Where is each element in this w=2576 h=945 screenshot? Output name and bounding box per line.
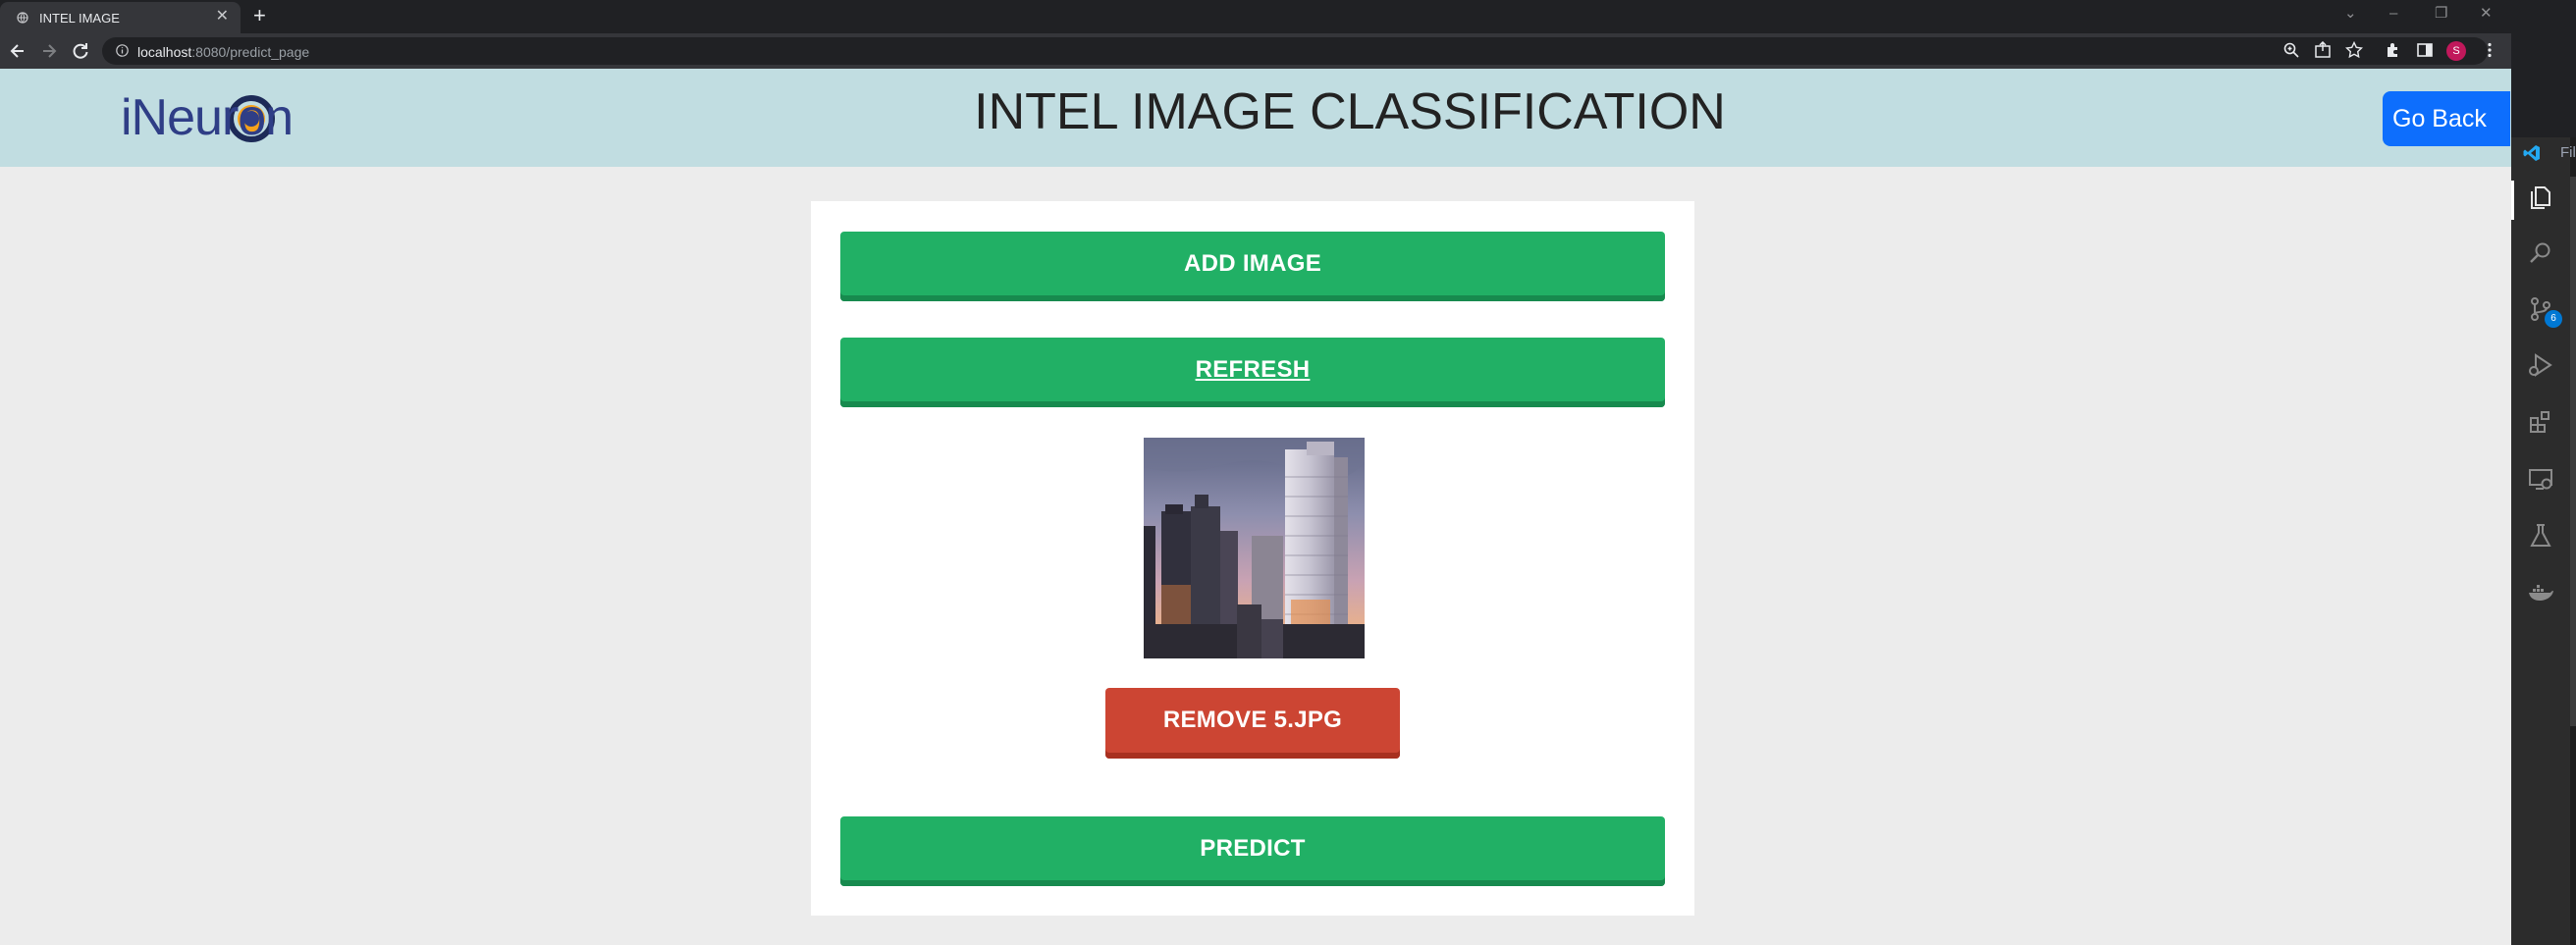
- new-tab-button[interactable]: +: [253, 5, 266, 26]
- url-path: :8080/predict_page: [191, 44, 310, 60]
- browser-tab[interactable]: INTEL IMAGE ✕: [0, 2, 241, 33]
- explorer-files-icon[interactable]: [2527, 184, 2554, 211]
- predict-label: PREDICT: [1200, 835, 1306, 862]
- zoom-icon[interactable]: [2282, 41, 2300, 59]
- refresh-label: REFRESH: [1195, 356, 1311, 383]
- address-bar[interactable]: localhost:8080/predict_page: [102, 37, 2488, 65]
- extensions-icon[interactable]: [2527, 408, 2554, 436]
- kebab-menu-icon[interactable]: [2481, 41, 2498, 59]
- source-control-badge: 6: [2545, 310, 2562, 328]
- close-window-icon[interactable]: ✕: [2480, 6, 2493, 21]
- info-icon[interactable]: [116, 44, 129, 57]
- tab-close-icon[interactable]: ✕: [216, 9, 229, 25]
- predict-button[interactable]: PREDICT: [840, 816, 1665, 886]
- active-indicator: [2511, 181, 2514, 220]
- vscode-window-edge: Fil 6: [2511, 0, 2576, 945]
- url-text: localhost:8080/predict_page: [137, 44, 309, 60]
- vscode-top-area: [2511, 0, 2576, 137]
- side-panel-icon[interactable]: [2416, 41, 2434, 59]
- vscode-editor-edge: [2570, 177, 2576, 726]
- testing-flask-icon[interactable]: [2527, 522, 2554, 550]
- vscode-logo-icon: [2523, 145, 2540, 161]
- tab-title: INTEL IMAGE: [39, 11, 120, 26]
- image-preview: [1144, 438, 1365, 658]
- extensions-puzzle-icon[interactable]: [2385, 41, 2402, 59]
- search-icon[interactable]: [2527, 239, 2554, 267]
- upload-card: ADD IMAGE REFRESH REMOVE 5.JPG PREDICT: [811, 201, 1694, 916]
- globe-icon: [17, 12, 28, 24]
- refresh-button[interactable]: REFRESH: [840, 338, 1665, 407]
- share-icon[interactable]: [2314, 41, 2332, 59]
- add-image-label: ADD IMAGE: [1183, 250, 1322, 277]
- remote-explorer-icon[interactable]: [2527, 465, 2554, 493]
- city-skyline-image: [1144, 438, 1365, 658]
- reload-icon[interactable]: [71, 41, 90, 61]
- forward-arrow-icon[interactable]: [39, 41, 59, 61]
- tab-search-icon[interactable]: ⌄: [2344, 6, 2357, 21]
- add-image-button[interactable]: ADD IMAGE: [840, 232, 1665, 301]
- go-back-button[interactable]: Go Back: [2383, 91, 2510, 146]
- back-arrow-icon[interactable]: [8, 41, 27, 61]
- profile-avatar[interactable]: S: [2446, 41, 2466, 61]
- page-header: iNeuron INTEL IMAGE CLASSIFICATION Go Ba…: [0, 69, 2511, 167]
- minimize-icon[interactable]: –: [2389, 6, 2397, 21]
- browser-tab-bar: INTEL IMAGE ✕ + ⌄ – ❐ ✕: [0, 0, 2511, 33]
- browser-toolbar: localhost:8080/predict_page S: [0, 33, 2511, 69]
- page-title: INTEL IMAGE CLASSIFICATION: [974, 83, 1726, 140]
- url-host: localhost: [137, 44, 192, 60]
- remove-image-button[interactable]: REMOVE 5.JPG: [1105, 688, 1400, 759]
- docker-whale-icon[interactable]: [2527, 579, 2554, 606]
- restore-icon[interactable]: ❐: [2435, 6, 2447, 21]
- bookmark-star-icon[interactable]: [2345, 41, 2363, 59]
- remove-image-label: REMOVE 5.JPG: [1162, 707, 1343, 733]
- run-debug-icon[interactable]: [2527, 351, 2554, 379]
- vscode-menu-file[interactable]: Fil: [2560, 144, 2576, 161]
